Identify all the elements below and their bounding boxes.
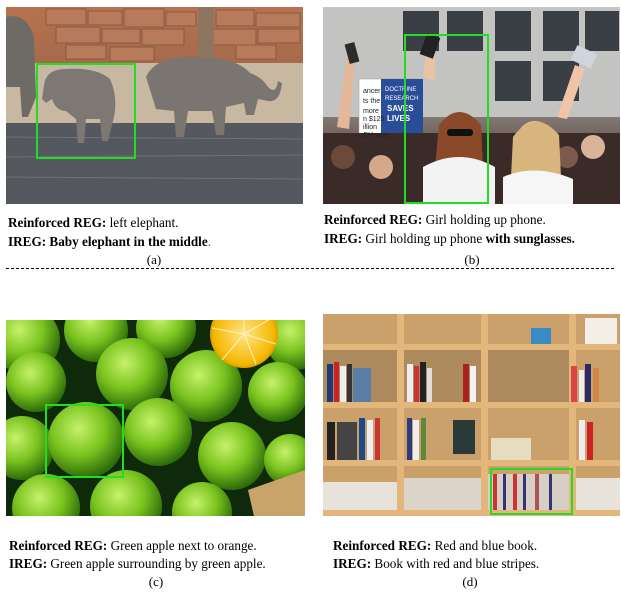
caption-prefix: Reinforced REG: xyxy=(333,538,432,553)
caption-period: . xyxy=(207,234,211,249)
bounding-box-b xyxy=(404,34,489,204)
caption-text: Girl holding up phone xyxy=(362,231,486,246)
image-elephants xyxy=(6,7,303,204)
panel-label-d: (d) xyxy=(462,574,478,589)
sign-text-line: ancer xyxy=(363,88,381,95)
caption-prefix: Reinforced REG: xyxy=(9,538,108,553)
sign-text-line: n $125 xyxy=(363,116,385,123)
image-limes xyxy=(6,320,305,516)
sign-text-line: CH year xyxy=(363,132,389,139)
caption-a-ireg: IREG: Baby elephant in the middle. xyxy=(8,233,211,251)
caption-text: left elephant. xyxy=(106,215,179,230)
caption-b-ireg: IREG: Girl holding up phone with sunglas… xyxy=(324,230,575,248)
caption-prefix: Reinforced REG: xyxy=(324,212,423,227)
panel-label-b: (b) xyxy=(464,252,480,267)
caption-c-ireg: IREG: Green apple surrounding by green a… xyxy=(9,555,266,573)
dashed-separator xyxy=(6,268,614,269)
caption-prefix: IREG: xyxy=(324,231,363,246)
image-bookshelf xyxy=(323,314,620,516)
caption-c-reinforced: Reinforced REG: Green apple next to oran… xyxy=(9,537,257,555)
caption-prefix: IREG: xyxy=(333,556,372,571)
caption-prefix: IREG: xyxy=(8,234,47,249)
caption-text: Baby elephant in the middle xyxy=(46,234,208,249)
caption-a-reinforced: Reinforced REG: left elephant. xyxy=(8,214,178,232)
bookshelf-illustration xyxy=(323,314,620,516)
caption-d-reinforced: Reinforced REG: Red and blue book. xyxy=(333,537,537,555)
sign-text-line: more xyxy=(363,108,379,115)
caption-b-reinforced: Reinforced REG: Girl holding up phone. xyxy=(324,211,546,229)
sign-text-line: illion xyxy=(363,124,377,131)
sign-text-line: ts the xyxy=(363,98,380,105)
caption-text: Book with red and blue stripes. xyxy=(371,556,540,571)
caption-text: Green apple surrounding by green apple. xyxy=(47,556,266,571)
caption-bold-text: with sunglasses. xyxy=(485,231,575,246)
bounding-box-a xyxy=(36,63,136,159)
caption-text: Red and blue book. xyxy=(431,538,538,553)
image-crowd-phones: ancer ts the more n $125 illion CH year … xyxy=(323,7,620,204)
bounding-box-d xyxy=(490,468,573,515)
panel-label-c: (c) xyxy=(148,574,164,589)
bounding-box-c xyxy=(45,404,124,478)
caption-d-ireg: IREG: Book with red and blue stripes. xyxy=(333,555,539,573)
caption-prefix: IREG: xyxy=(9,556,48,571)
caption-prefix: Reinforced REG: xyxy=(8,215,107,230)
panel-label-a: (a) xyxy=(146,252,162,267)
caption-text: Green apple next to orange. xyxy=(107,538,257,553)
caption-text: Girl holding up phone. xyxy=(422,212,546,227)
